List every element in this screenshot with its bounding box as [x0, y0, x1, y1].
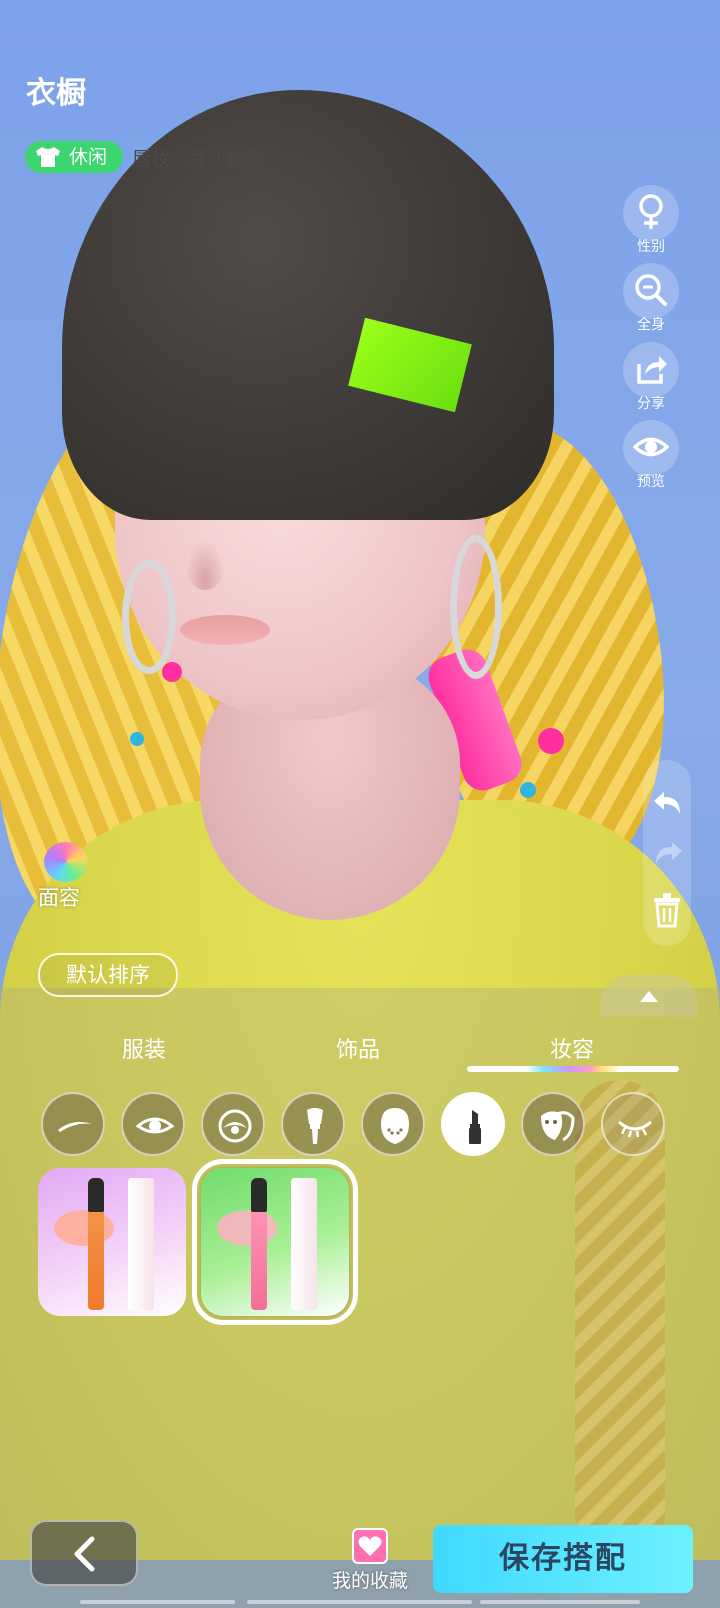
nav-indicator [80, 1600, 235, 1604]
tab-accessories[interactable]: 饰品 [336, 1032, 380, 1064]
product-box [291, 1178, 317, 1310]
panel-expand-handle[interactable] [600, 975, 698, 1017]
avatar-earring-left [122, 560, 176, 674]
category-face-detail[interactable] [361, 1092, 425, 1156]
style-tag-chip[interactable]: 休闲 [25, 141, 123, 173]
category-eye[interactable] [121, 1092, 185, 1156]
avatar-earring-right [450, 535, 502, 679]
product-box [128, 1178, 154, 1310]
sort-button[interactable]: 默认排序 [38, 953, 178, 997]
trash-icon[interactable] [652, 892, 682, 928]
gender-label: 性别 [637, 239, 665, 255]
chevron-up-icon [640, 991, 658, 1002]
full-body-button[interactable] [623, 263, 679, 319]
hair-bead [538, 728, 564, 754]
share-button[interactable] [623, 342, 679, 398]
undo-icon[interactable] [650, 788, 686, 818]
nav-indicator [480, 1600, 640, 1604]
tshirt-icon [36, 147, 60, 167]
page-title: 衣橱 [26, 76, 86, 111]
tab-makeup[interactable]: 妆容 [550, 1032, 594, 1064]
blush-brush-icon [307, 1108, 323, 1144]
heart-bookmark-icon [352, 1528, 388, 1564]
share-label: 分享 [637, 396, 665, 412]
tab-clothing[interactable]: 服装 [122, 1032, 166, 1064]
face-paint-icon [44, 842, 88, 882]
eyelashes-icon [618, 1120, 652, 1138]
share-icon [637, 356, 667, 384]
category-lipstick[interactable] [441, 1092, 505, 1156]
my-favorites-button[interactable]: 我的收藏 [320, 1528, 420, 1600]
category-eyebrow[interactable] [41, 1092, 105, 1156]
chevron-left-icon [74, 1536, 95, 1572]
gender-button[interactable] [623, 185, 679, 241]
lipstick-bullet [251, 1178, 267, 1212]
hair-bead [130, 732, 144, 746]
preview-label: 预览 [637, 474, 665, 490]
lipstick-icon [469, 1110, 481, 1144]
avatar-nose [185, 540, 225, 590]
tab-selected-indicator [467, 1066, 679, 1072]
eyebrow-icon [58, 1122, 92, 1132]
preview-button[interactable] [623, 420, 679, 476]
hair-bead [162, 662, 182, 682]
redo-icon[interactable] [650, 838, 686, 868]
nav-indicator [247, 1600, 472, 1604]
product-card-selected[interactable] [192, 1159, 358, 1325]
face-edit-button[interactable]: 面容 [38, 842, 98, 910]
face-mask-icon [541, 1111, 575, 1142]
eyeshadow-icon [218, 1109, 252, 1143]
back-button[interactable] [30, 1520, 138, 1586]
current-item-subtitle: 唇妆 · 豆沙粉嫩 [132, 148, 265, 170]
avatar-lips [180, 615, 270, 645]
my-favorites-label: 我的收藏 [331, 1570, 408, 1592]
hair-bead [520, 782, 536, 798]
product-card[interactable] [38, 1168, 186, 1316]
category-eyeshadow[interactable] [201, 1092, 265, 1156]
product-swatch [54, 1210, 114, 1246]
product-swatch [217, 1210, 277, 1246]
category-eyelash[interactable] [601, 1092, 665, 1156]
face-edit-label: 面容 [38, 886, 80, 910]
eye-icon [633, 437, 669, 457]
face-freckles-icon [381, 1108, 409, 1144]
eye-makeup-icon [135, 1117, 175, 1134]
full-body-label: 全身 [637, 317, 665, 333]
gender-female-icon [639, 194, 663, 229]
lipstick-bullet [88, 1178, 104, 1212]
zoom-out-icon [635, 274, 667, 306]
style-tag-label: 休闲 [69, 146, 108, 168]
category-blush[interactable] [281, 1092, 345, 1156]
save-outfit-button[interactable]: 保存搭配 [433, 1525, 693, 1593]
category-face-paint[interactable] [521, 1092, 585, 1156]
